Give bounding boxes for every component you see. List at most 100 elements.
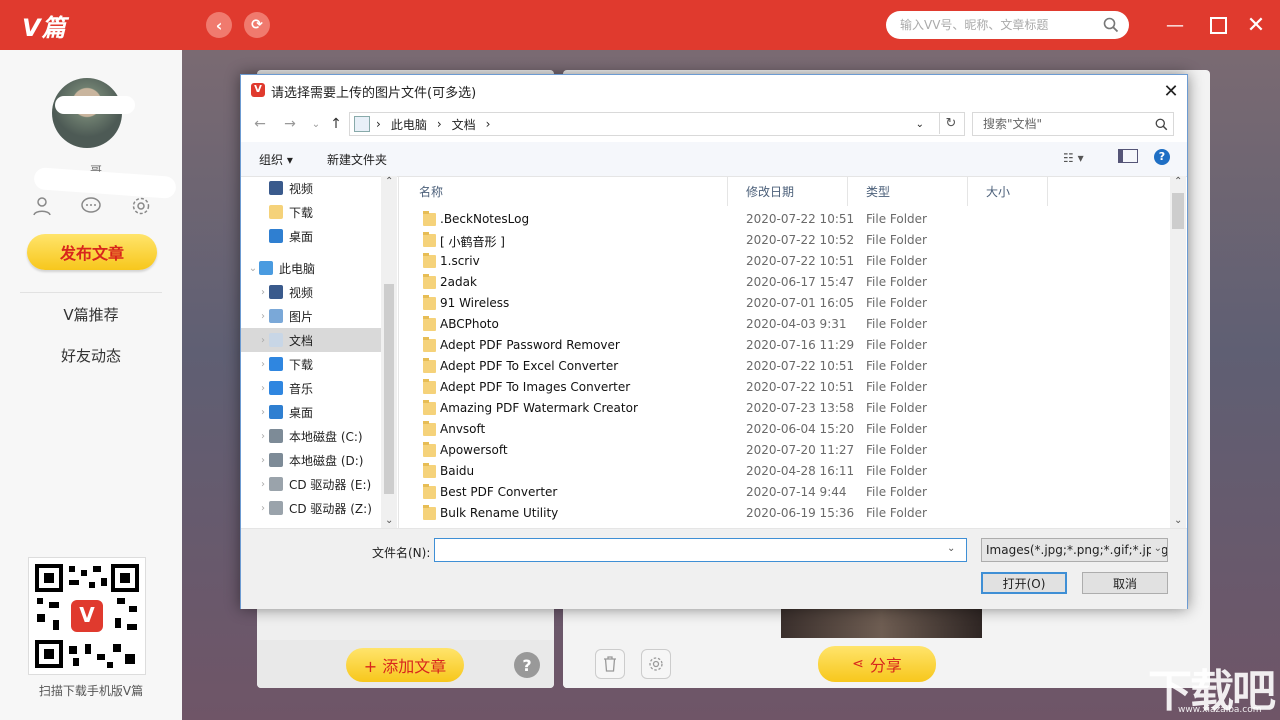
file-row[interactable]: [ 小鹤音形 ] 2020-07-22 10:52 File Folder: [399, 230, 1172, 251]
open-button[interactable]: 打开(O): [981, 572, 1067, 594]
folder-icon: [423, 463, 436, 478]
chevron-down-icon[interactable]: ⌄: [1174, 515, 1182, 526]
nav-item[interactable]: ⌄ 此电脑: [241, 256, 387, 280]
nav-item[interactable]: 桌面: [241, 224, 397, 248]
nav-item[interactable]: › 音乐: [241, 376, 397, 400]
back-button[interactable]: ‹: [206, 12, 232, 38]
file-row[interactable]: Baidu 2020-04-28 16:11 File Folder: [399, 461, 1172, 482]
search-icon[interactable]: [1155, 118, 1168, 131]
username[interactable]: 哥: [33, 160, 177, 199]
file-row[interactable]: Best PDF Converter 2020-07-14 9:44 File Fo…: [399, 482, 1172, 503]
file-row[interactable]: Apowersoft 2020-07-20 11:27 File Folder: [399, 440, 1172, 461]
preview-pane-icon[interactable]: [1118, 149, 1138, 163]
folder-icon: [423, 379, 436, 394]
filename-input[interactable]: [439, 539, 943, 561]
maximize-button[interactable]: [1203, 10, 1233, 40]
expand-chevron-icon[interactable]: ›: [257, 311, 269, 322]
help-button[interactable]: ?: [514, 652, 540, 678]
expand-chevron-icon[interactable]: ›: [257, 479, 269, 490]
column-date[interactable]: 修改日期: [728, 176, 848, 206]
close-window-button[interactable]: ✕: [1241, 10, 1271, 40]
expand-chevron-icon[interactable]: ›: [257, 407, 269, 418]
nav-item[interactable]: › 下载: [241, 352, 397, 376]
column-name[interactable]: 名称 ⌃: [399, 176, 728, 206]
file-row[interactable]: .BeckNotesLog 2020-07-22 10:51 File Folder: [399, 209, 1172, 230]
recent-locations-button[interactable]: ⌄: [307, 115, 325, 133]
file-list-scrollbar-thumb[interactable]: [1172, 193, 1184, 229]
download-icon: [269, 357, 283, 371]
nav-scrollbar-thumb[interactable]: [384, 284, 394, 494]
nav-item[interactable]: › 文档: [241, 328, 397, 352]
column-type[interactable]: 类型: [848, 176, 968, 206]
dialog-search-input[interactable]: [981, 116, 1155, 132]
breadcrumb-documents[interactable]: 文档: [452, 116, 476, 133]
file-row[interactable]: ABCPhoto 2020-04-03 9:31 File Folder: [399, 314, 1172, 335]
expand-chevron-icon[interactable]: ›: [257, 359, 269, 370]
search-icon[interactable]: [1103, 17, 1119, 33]
file-type-filter[interactable]: Images(*.jpg;*.png;*.gif;*.jpeg) ⌄: [981, 538, 1168, 562]
expand-chevron-icon[interactable]: ›: [257, 455, 269, 466]
help-icon[interactable]: ?: [1154, 149, 1170, 165]
app-search-box[interactable]: [886, 11, 1129, 39]
file-date: 2020-07-22 10:51: [746, 359, 855, 373]
up-button[interactable]: ↑: [327, 115, 345, 133]
nav-item[interactable]: › 视频: [241, 280, 397, 304]
chevron-down-icon[interactable]: ⌄: [947, 543, 955, 554]
nav-item[interactable]: › 本地磁盘 (C:): [241, 424, 397, 448]
chevron-down-icon[interactable]: ⌄: [916, 119, 924, 130]
nav-item[interactable]: 下载: [241, 200, 397, 224]
file-row[interactable]: Adept PDF To Excel Converter 2020-07-22 1…: [399, 356, 1172, 377]
message-icon[interactable]: [80, 195, 102, 217]
expand-chevron-icon[interactable]: ›: [257, 431, 269, 442]
add-article-button[interactable]: + 添加文章: [346, 648, 464, 682]
user-icon[interactable]: [31, 195, 53, 217]
delete-button[interactable]: [595, 649, 625, 679]
file-row[interactable]: 91 Wireless 2020-07-01 16:05 File Folder: [399, 293, 1172, 314]
expand-chevron-icon[interactable]: ›: [257, 287, 269, 298]
share-button[interactable]: ⋖ 分享: [818, 646, 936, 682]
file-row[interactable]: Amazing PDF Watermark Creator 2020-07-23 …: [399, 398, 1172, 419]
file-row[interactable]: Anvsoft 2020-06-04 15:20 File Folder: [399, 419, 1172, 440]
breadcrumb-this-pc[interactable]: 此电脑: [391, 116, 427, 133]
nav-item[interactable]: › 本地磁盘 (D:): [241, 448, 397, 472]
forward-button[interactable]: →: [281, 115, 299, 133]
nav-friends-feed[interactable]: 好友动态: [0, 345, 182, 366]
expand-chevron-icon[interactable]: ›: [257, 383, 269, 394]
chevron-down-icon[interactable]: ⌄: [385, 515, 393, 526]
address-bar[interactable]: › 此电脑 › 文档 › ⌄: [349, 112, 965, 136]
cd-drive-icon: [269, 501, 283, 515]
dialog-search-box[interactable]: [972, 112, 1174, 136]
column-size[interactable]: 大小: [968, 176, 1048, 206]
filename-field[interactable]: [434, 538, 967, 562]
chevron-up-icon[interactable]: ⌃: [1174, 176, 1182, 187]
settings-button[interactable]: [641, 649, 671, 679]
file-row[interactable]: Adept PDF Password Remover 2020-07-16 11:…: [399, 335, 1172, 356]
file-row[interactable]: Bulk Rename Utility 2020-06-19 15:36 File …: [399, 503, 1172, 524]
nav-item[interactable]: › CD 驱动器 (E:): [241, 472, 397, 496]
cancel-button[interactable]: 取消: [1082, 572, 1168, 594]
file-row[interactable]: 1.scriv 2020-07-22 10:51 File Folder: [399, 251, 1172, 272]
qr-code-image: V: [35, 564, 139, 668]
back-button[interactable]: ←: [251, 115, 269, 133]
dialog-close-button[interactable]: ✕: [1160, 80, 1182, 102]
expand-chevron-icon[interactable]: ⌄: [247, 263, 259, 274]
file-row[interactable]: 2adak 2020-06-17 15:47 File Folder: [399, 272, 1172, 293]
view-options-icon[interactable]: ☷ ▾: [1063, 151, 1084, 165]
minimize-button[interactable]: —: [1160, 10, 1190, 40]
new-folder-button[interactable]: 新建文件夹: [327, 151, 387, 168]
expand-chevron-icon[interactable]: ›: [257, 503, 269, 514]
nav-item[interactable]: › 桌面: [241, 400, 397, 424]
refresh-button[interactable]: ⟳: [244, 12, 270, 38]
nav-recommend[interactable]: V篇推荐: [0, 304, 182, 325]
settings-icon[interactable]: [130, 195, 152, 217]
expand-chevron-icon[interactable]: ›: [257, 335, 269, 346]
refresh-button[interactable]: ↻: [939, 112, 962, 134]
nav-item[interactable]: › CD 驱动器 (Z:): [241, 496, 397, 520]
chevron-up-icon[interactable]: ⌃: [385, 176, 393, 187]
nav-item[interactable]: 视频: [241, 176, 397, 200]
publish-article-button[interactable]: 发布文章: [27, 234, 157, 270]
file-row[interactable]: Adept PDF To Images Converter 2020-07-22 …: [399, 377, 1172, 398]
organize-menu[interactable]: 组织 ▾: [259, 151, 293, 168]
app-search-input[interactable]: [898, 17, 1097, 33]
nav-item[interactable]: › 图片: [241, 304, 397, 328]
